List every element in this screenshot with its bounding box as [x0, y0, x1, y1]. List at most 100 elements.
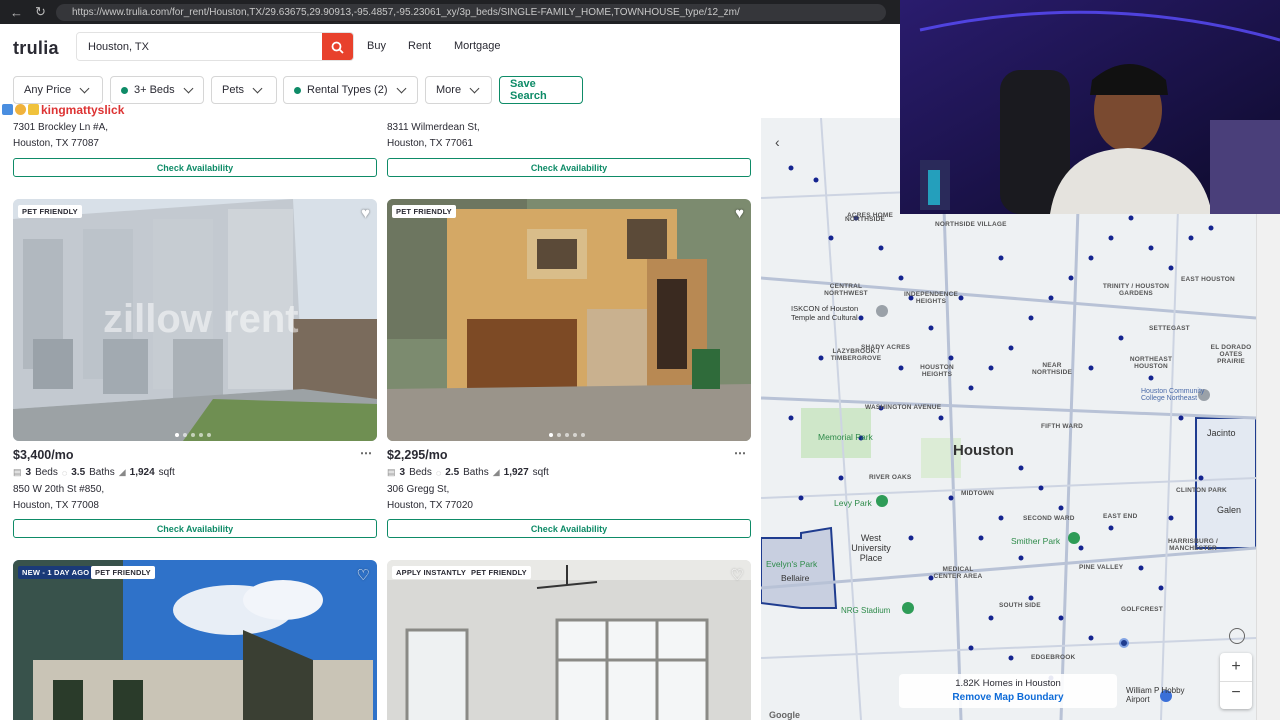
- sqft-value: 1,927: [503, 467, 529, 478]
- map-label: EDGEBROOK: [1031, 654, 1076, 661]
- search-icon: [331, 41, 344, 54]
- favorite-heart-icon[interactable]: ♥: [735, 205, 744, 222]
- listing-photo[interactable]: PET FRIENDLY ♥ zillow rent: [13, 199, 377, 441]
- map-label: Jacinto: [1207, 428, 1236, 438]
- more-options-icon[interactable]: ⋯: [360, 446, 372, 460]
- house-illustration: [13, 560, 377, 720]
- address-line-2: Houston, TX 77008: [13, 500, 99, 511]
- stream-overlay-username: kingmattyslick: [2, 101, 124, 118]
- photo-watermark: zillow rent: [103, 297, 299, 341]
- map-label: PINE VALLEY: [1079, 564, 1124, 571]
- photo-carousel-dots[interactable]: [549, 433, 585, 437]
- rental-types-filter[interactable]: Rental Types (2): [283, 76, 418, 104]
- google-logo: Google: [769, 710, 800, 720]
- site-header: trulia Buy Rent Mortgage: [0, 24, 900, 70]
- map-label: WASHINGTON AVENUE: [865, 404, 942, 411]
- pets-filter-label: Pets: [222, 84, 245, 96]
- map-label: EAST END: [1103, 513, 1138, 520]
- zoom-out-button[interactable]: −: [1220, 681, 1252, 709]
- map-label: ACRES HOME: [847, 212, 894, 219]
- nav-mortgage[interactable]: Mortgage: [454, 40, 500, 52]
- listing-price[interactable]: $2,295/mo: [387, 448, 447, 462]
- address-line-1[interactable]: 7301 Brockley Ln #A,: [13, 120, 108, 136]
- map-result-panel: 1.82K Homes in Houston Remove Map Bounda…: [899, 674, 1117, 708]
- map-label: SECOND WARD: [1023, 515, 1075, 522]
- beds-label: Beds: [35, 467, 58, 478]
- map-label: FIFTH WARD: [1041, 423, 1084, 430]
- more-options-icon[interactable]: ⋯: [734, 446, 746, 460]
- sqft-icon: ◢: [492, 467, 500, 477]
- price-filter[interactable]: Any Price: [13, 76, 103, 104]
- page-scrollbar[interactable]: [1256, 214, 1280, 720]
- reload-icon[interactable]: ↻: [35, 4, 46, 20]
- listing-price[interactable]: $3,400/mo: [13, 448, 73, 462]
- map-label: NEAR NORTHSIDE: [1031, 362, 1073, 376]
- sqft-label: sqft: [158, 467, 175, 478]
- baths-label: Baths: [89, 467, 115, 478]
- favorite-heart-icon[interactable]: ♡: [357, 566, 370, 584]
- map-poi: Levy Park: [834, 498, 872, 508]
- pet-friendly-badge: PET FRIENDLY: [467, 566, 531, 579]
- emote-icon: [15, 104, 26, 115]
- favorite-heart-icon[interactable]: ♡: [731, 566, 744, 584]
- map-collapse-icon[interactable]: ‹: [775, 134, 780, 150]
- zoom-in-button[interactable]: +: [1220, 653, 1252, 681]
- baths-value: 2.5: [445, 467, 460, 478]
- listing-photo[interactable]: PET FRIENDLY ♥: [387, 199, 751, 441]
- pet-friendly-badge: PET FRIENDLY: [91, 566, 155, 579]
- trulia-logo[interactable]: trulia: [13, 38, 59, 59]
- nav-rent[interactable]: Rent: [408, 40, 431, 52]
- beds-filter[interactable]: 3+ Beds: [110, 76, 204, 104]
- map-label: West University Place: [851, 533, 891, 563]
- chevron-down-icon: [469, 83, 480, 93]
- listing-specs: ▤ 3 Beds ◌ 2.5 Baths ◢ 1,927 sqft: [387, 467, 549, 478]
- address-line-2: Houston, TX 77087: [13, 138, 99, 149]
- search-button[interactable]: [322, 33, 353, 60]
- address-bar[interactable]: https://www.trulia.com/for_rent/Houston,…: [56, 4, 886, 21]
- search-box: [76, 32, 354, 61]
- map-label: HARRISBURG / MANCHESTER: [1167, 538, 1219, 552]
- more-filter[interactable]: More: [425, 76, 492, 104]
- beds-value: 3: [399, 467, 406, 478]
- check-availability-button[interactable]: Check Availability: [387, 519, 751, 538]
- beds-value: 3: [25, 467, 32, 478]
- listing-photo[interactable]: NEW - 1 DAY AGO PET FRIENDLY ♡: [13, 560, 377, 720]
- address-line-1[interactable]: 8311 Wilmerdean St,: [387, 120, 480, 136]
- back-icon[interactable]: ←: [10, 5, 23, 20]
- map-label: CENTRAL NORTHWEST: [824, 283, 868, 297]
- map-poi: Houston Community College Northeast: [1141, 388, 1205, 402]
- map-label: RIVER OAKS: [869, 474, 912, 481]
- map-home-count: 1.82K Homes in Houston: [955, 678, 1061, 689]
- map-zoom-controls: + −: [1220, 653, 1252, 709]
- nav-buy[interactable]: Buy: [367, 40, 386, 52]
- photo-carousel-dots[interactable]: [175, 433, 211, 437]
- map-layers-icon[interactable]: [1229, 628, 1245, 644]
- map-label: MEDICAL CENTER AREA: [933, 566, 983, 580]
- map-label: SHADY ACRES: [861, 344, 911, 351]
- address-line-2: Houston, TX 77020: [387, 500, 473, 511]
- map-poi: William P Hobby Airport: [1126, 686, 1185, 704]
- pet-friendly-badge: PET FRIENDLY: [392, 205, 456, 218]
- favorite-heart-icon[interactable]: ♥: [361, 205, 370, 222]
- sqft-label: sqft: [532, 467, 549, 478]
- address-line-1[interactable]: 850 W 20th St #850,: [13, 482, 104, 498]
- address-line-1[interactable]: 306 Gregg St,: [387, 482, 449, 498]
- baths-value: 3.5: [71, 467, 86, 478]
- map-label: EAST HOUSTON: [1181, 276, 1235, 283]
- map-label: GOLFCREST: [1121, 606, 1163, 613]
- streamer-webcam-illustration: [900, 0, 1280, 214]
- remove-map-boundary-link[interactable]: Remove Map Boundary: [899, 692, 1117, 703]
- baths-label: Baths: [463, 467, 489, 478]
- map-label: NORTHSIDE VILLAGE: [935, 221, 1007, 228]
- check-availability-button[interactable]: Check Availability: [13, 158, 377, 177]
- save-search-button[interactable]: Save Search: [499, 76, 583, 104]
- listing-photo[interactable]: APPLY INSTANTLY PET FRIENDLY ♡: [387, 560, 751, 720]
- active-dot-icon: [294, 86, 301, 94]
- pets-filter[interactable]: Pets: [211, 76, 277, 104]
- map-label: EL DORADO OATES PRAIRIE: [1210, 344, 1252, 365]
- check-availability-button[interactable]: Check Availability: [13, 519, 377, 538]
- check-availability-button[interactable]: Check Availability: [387, 158, 751, 177]
- map-label: INDEPENDENCE HEIGHTS: [903, 291, 959, 305]
- search-input[interactable]: [77, 33, 317, 60]
- map-label: NORTHEAST HOUSTON: [1129, 356, 1173, 370]
